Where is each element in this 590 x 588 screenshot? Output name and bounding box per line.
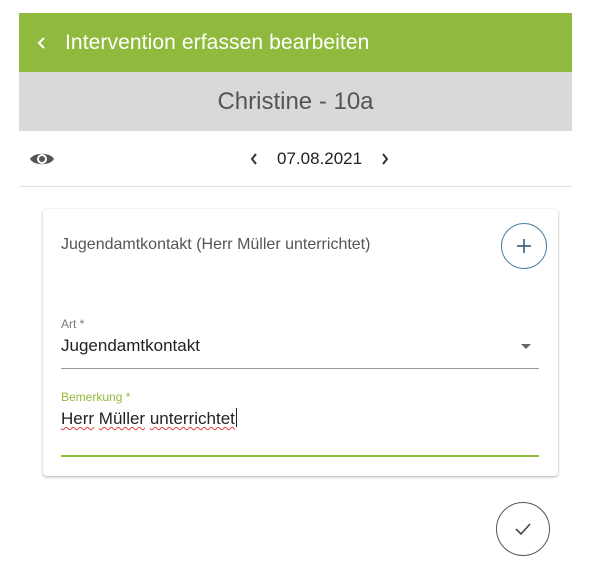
- text-cursor: [235, 408, 237, 427]
- plus-icon: [517, 239, 531, 253]
- chevron-right-icon: [382, 153, 389, 165]
- date-navigation: 07.08.2021: [19, 136, 572, 182]
- chevron-left-icon: [37, 36, 45, 49]
- add-button[interactable]: [501, 223, 547, 269]
- card-title: Jugendamtkontakt (Herr Müller unterricht…: [61, 236, 371, 253]
- save-button[interactable]: [496, 502, 550, 556]
- bemerkung-field[interactable]: Bemerkung * Herr Müller unterrichtet: [61, 390, 539, 457]
- intervention-card: Jugendamtkontakt (Herr Müller unterricht…: [43, 209, 558, 476]
- check-icon: [515, 523, 531, 536]
- previous-date-button[interactable]: [241, 144, 267, 174]
- divider: [19, 186, 572, 187]
- art-select[interactable]: Art * Jugendamtkontakt: [61, 317, 539, 369]
- app-header: Intervention erfassen bearbeiten: [19, 13, 572, 72]
- eye-icon: [30, 153, 54, 165]
- bemerkung-word: unterrichtet: [149, 409, 235, 428]
- bemerkung-word: Müller: [98, 409, 146, 428]
- art-value: Jugendamtkontakt: [61, 336, 200, 355]
- dropdown-arrow-icon[interactable]: [521, 344, 531, 349]
- visibility-toggle[interactable]: [28, 147, 56, 171]
- student-name: Christine - 10a: [19, 72, 572, 131]
- chevron-left-icon: [250, 153, 257, 165]
- back-button[interactable]: [19, 13, 65, 72]
- bemerkung-word: Herr: [61, 409, 95, 428]
- date-selector: 07.08.2021: [241, 144, 398, 174]
- page-title: Intervention erfassen bearbeiten: [65, 30, 370, 54]
- bemerkung-label: Bemerkung *: [61, 390, 131, 404]
- art-label: Art *: [61, 317, 85, 331]
- next-date-button[interactable]: [372, 144, 398, 174]
- current-date[interactable]: 07.08.2021: [267, 149, 372, 169]
- bemerkung-value[interactable]: Herr Müller unterrichtet: [61, 408, 539, 430]
